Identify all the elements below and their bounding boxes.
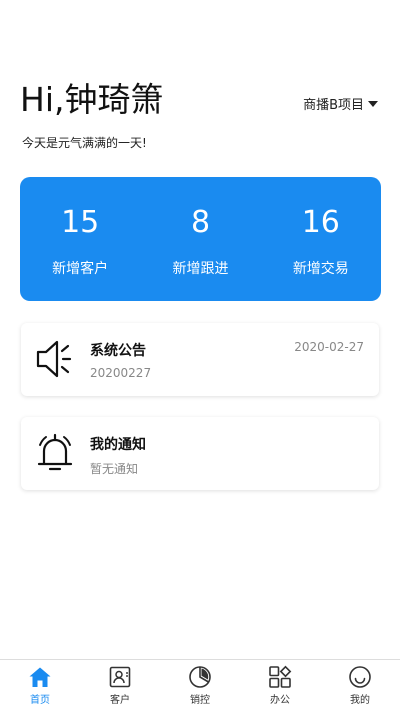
stat-value: 8 xyxy=(190,205,211,240)
stat-label: 新增交易 xyxy=(292,261,349,277)
project-selector[interactable]: 商播B项目 xyxy=(303,94,378,113)
greeting-title: Hi,钟琦箫 xyxy=(20,80,164,119)
notice-subtitle: 20200227 xyxy=(90,366,152,380)
tab-office[interactable]: 办公 xyxy=(240,660,320,710)
pie-chart-icon xyxy=(189,666,211,688)
stat-new-deals[interactable]: 16 新增交易 xyxy=(261,177,381,301)
tab-label: 首页 xyxy=(30,695,50,706)
stat-value: 16 xyxy=(301,205,340,240)
stats-card: 15 新增客户 8 新增跟进 16 新增交易 xyxy=(20,177,381,301)
notice-date: 2020-02-27 xyxy=(294,340,364,354)
tab-label: 客户 xyxy=(110,695,130,706)
tab-home[interactable]: 首页 xyxy=(0,660,80,710)
smiley-icon xyxy=(349,666,371,688)
project-selector-label: 商播B项目 xyxy=(303,98,364,113)
my-notifications-card[interactable]: 我的通知 暂无通知 xyxy=(21,417,379,490)
tab-mine[interactable]: 我的 xyxy=(320,660,400,710)
tab-sales-control[interactable]: 销控 xyxy=(160,660,240,710)
bell-icon xyxy=(37,433,73,471)
tab-label: 办公 xyxy=(270,695,290,706)
greeting-subtitle: 今天是元气满满的一天! xyxy=(22,136,147,150)
tab-customers[interactable]: 客户 xyxy=(80,660,160,710)
contact-card-icon xyxy=(109,666,131,688)
stat-new-followups[interactable]: 8 新增跟进 xyxy=(140,177,260,301)
tab-label: 销控 xyxy=(190,695,210,706)
notify-title: 我的通知 xyxy=(90,437,146,453)
caret-down-icon xyxy=(368,100,378,107)
notice-title: 系统公告 xyxy=(90,343,146,359)
stat-label: 新增客户 xyxy=(52,261,109,277)
apps-grid-icon xyxy=(269,665,292,688)
stat-label: 新增跟进 xyxy=(172,261,229,277)
stat-new-customers[interactable]: 15 新增客户 xyxy=(20,177,140,301)
home-icon xyxy=(29,667,51,687)
stat-value: 15 xyxy=(61,205,100,240)
speaker-icon xyxy=(36,340,72,378)
notify-subtitle: 暂无通知 xyxy=(90,462,139,476)
tab-label: 我的 xyxy=(350,695,370,706)
bottom-tab-bar: 首页 客户 销控 办公 我的 xyxy=(0,659,400,710)
system-notice-card[interactable]: 系统公告 20200227 2020-02-27 xyxy=(21,323,379,396)
